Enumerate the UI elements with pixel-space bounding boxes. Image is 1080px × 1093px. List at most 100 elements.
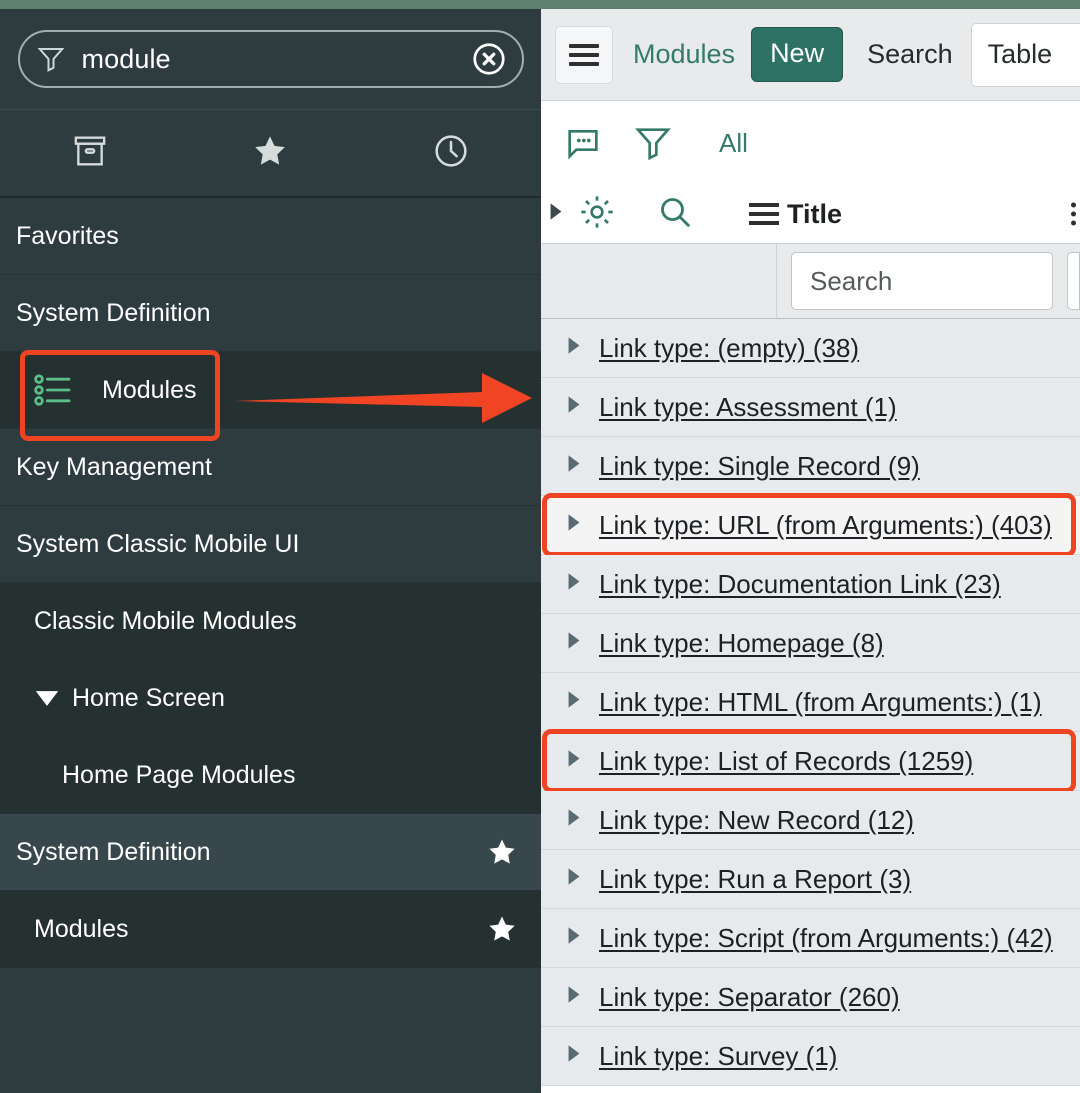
- search-input[interactable]: Search: [791, 252, 1053, 310]
- group-row[interactable]: Link type: Run a Report (3): [541, 850, 1080, 909]
- column-title-label: Title: [787, 199, 842, 230]
- group-row[interactable]: Link type: URL (from Arguments:) (403): [541, 496, 1080, 555]
- group-row-label[interactable]: Link type: Survey (1): [599, 1041, 837, 1072]
- sidebar-item-home-screen[interactable]: Home Screen: [0, 660, 541, 737]
- list-bullet-icon: [34, 373, 74, 407]
- clear-circle-icon[interactable]: [470, 40, 508, 78]
- sidebar-item-label: Classic Mobile Modules: [34, 607, 297, 636]
- expand-triangle-icon[interactable]: [567, 513, 581, 537]
- magnifier-icon[interactable]: [655, 192, 695, 237]
- filter-all-label[interactable]: All: [719, 128, 748, 159]
- funnel-icon[interactable]: [633, 123, 673, 163]
- star-icon[interactable]: [485, 912, 519, 946]
- expand-triangle-icon[interactable]: [567, 690, 581, 714]
- expand-triangle-icon[interactable]: [567, 867, 581, 891]
- group-row-label[interactable]: Link type: Separator (260): [599, 982, 900, 1013]
- group-row-label[interactable]: Link type: List of Records (1259): [599, 746, 973, 777]
- hamburger-icon: [749, 198, 779, 230]
- column-header-bar: Title: [541, 185, 1080, 243]
- expand-triangle-icon[interactable]: [567, 336, 581, 360]
- search-scope-select[interactable]: Table: [971, 23, 1080, 87]
- chevron-down-icon: [34, 689, 60, 708]
- sidebar-item-label: System Definition: [16, 838, 211, 867]
- hamburger-icon[interactable]: [555, 26, 613, 84]
- expand-triangle-icon[interactable]: [567, 572, 581, 596]
- group-row[interactable]: Link type: Script (from Arguments:) (42): [541, 909, 1080, 968]
- sidebar-item-system-definition[interactable]: System Definition: [0, 275, 541, 352]
- sidebar-tab-history[interactable]: [361, 131, 541, 176]
- group-row-label[interactable]: Link type: Run a Report (3): [599, 864, 911, 895]
- list-filter-bar: All: [541, 101, 1080, 185]
- navigator-filter-box[interactable]: module: [18, 30, 524, 88]
- sidebar-item-system-definition[interactable]: System Definition: [0, 814, 541, 891]
- play-triangle-icon[interactable]: [549, 202, 563, 226]
- expand-triangle-icon[interactable]: [567, 808, 581, 832]
- navigator-item-list: Favorites System Definition Modules Key Man…: [0, 198, 541, 968]
- search-label: Search: [867, 39, 953, 70]
- group-row-label[interactable]: Link type: New Record (12): [599, 805, 914, 836]
- expand-triangle-icon[interactable]: [567, 1044, 581, 1068]
- archive-box-icon: [70, 131, 110, 176]
- gear-icon[interactable]: [577, 192, 617, 237]
- column-title[interactable]: Title: [749, 198, 842, 230]
- expand-triangle-icon[interactable]: [567, 985, 581, 1009]
- star-icon[interactable]: [485, 835, 519, 869]
- page-title: Modules: [633, 39, 735, 70]
- main-toolbar: Modules New Search Table: [541, 9, 1080, 101]
- sidebar-item-label: System Classic Mobile UI: [16, 530, 299, 559]
- expand-triangle-icon[interactable]: [567, 395, 581, 419]
- search-input-secondary[interactable]: [1067, 252, 1080, 310]
- expand-triangle-icon[interactable]: [567, 454, 581, 478]
- sidebar-empty-area: [0, 968, 541, 1093]
- group-row[interactable]: Link type: Survey (1): [541, 1027, 1080, 1086]
- navigator-filter-input[interactable]: module: [66, 44, 470, 75]
- sidebar-item-label: System Definition: [16, 299, 211, 328]
- group-row[interactable]: Link type: Assessment (1): [541, 378, 1080, 437]
- sidebar-item-modules[interactable]: Modules: [0, 891, 541, 968]
- comment-bubble-icon[interactable]: [563, 123, 603, 163]
- sidebar-item-label: Key Management: [16, 453, 212, 482]
- group-row[interactable]: Link type: New Record (12): [541, 791, 1080, 850]
- group-row-label[interactable]: Link type: URL (from Arguments:) (403): [599, 510, 1052, 541]
- group-row-label[interactable]: Link type: Assessment (1): [599, 392, 897, 423]
- group-row-label[interactable]: Link type: HTML (from Arguments:) (1): [599, 687, 1042, 718]
- group-row-label[interactable]: Link type: Homepage (8): [599, 628, 884, 659]
- funnel-icon: [36, 44, 66, 74]
- navigator-tabs: [0, 110, 541, 198]
- main-panel: Modules New Search Table All: [541, 9, 1080, 1093]
- sidebar-item-label: Modules: [102, 376, 197, 405]
- group-row-list: Link type: (empty) (38) Link type: Assess…: [541, 319, 1080, 1086]
- group-row[interactable]: Link type: Homepage (8): [541, 614, 1080, 673]
- sidebar-item-label: Home Page Modules: [62, 761, 295, 790]
- sidebar-item-favorites[interactable]: Favorites: [0, 198, 541, 275]
- search-row-spacer: [541, 244, 777, 318]
- group-row[interactable]: Link type: Single Record (9): [541, 437, 1080, 496]
- sidebar-item-label: Home Screen: [72, 684, 225, 713]
- group-row-label[interactable]: Link type: Documentation Link (23): [599, 569, 1001, 600]
- group-row[interactable]: Link type: HTML (from Arguments:) (1): [541, 673, 1080, 732]
- navigator-sidebar: module: [0, 9, 541, 1093]
- group-row-label[interactable]: Link type: Script (from Arguments:) (42): [599, 923, 1053, 954]
- group-row-label[interactable]: Link type: (empty) (38): [599, 333, 859, 364]
- expand-triangle-icon[interactable]: [567, 926, 581, 950]
- group-row[interactable]: Link type: List of Records (1259): [541, 732, 1080, 791]
- top-accent-strip: [0, 0, 1080, 9]
- kebab-menu-icon[interactable]: [1071, 199, 1076, 230]
- list-search-row: Search: [541, 243, 1080, 319]
- group-row[interactable]: Link type: Documentation Link (23): [541, 555, 1080, 614]
- new-button[interactable]: New: [751, 27, 843, 82]
- sidebar-tab-favorites[interactable]: [180, 131, 360, 176]
- expand-triangle-icon[interactable]: [567, 631, 581, 655]
- group-row[interactable]: Link type: Separator (260): [541, 968, 1080, 1027]
- expand-triangle-icon[interactable]: [567, 749, 581, 773]
- navigator-filter-row: module: [0, 9, 541, 110]
- sidebar-tab-all-applications[interactable]: [0, 131, 180, 176]
- sidebar-item-system-classic-mobile-ui[interactable]: System Classic Mobile UI: [0, 506, 541, 583]
- group-row-label[interactable]: Link type: Single Record (9): [599, 451, 920, 482]
- sidebar-item-classic-mobile-modules[interactable]: Classic Mobile Modules: [0, 583, 541, 660]
- group-row[interactable]: Link type: (empty) (38): [541, 319, 1080, 378]
- sidebar-item-key-management[interactable]: Key Management: [0, 429, 541, 506]
- sidebar-item-home-page-modules[interactable]: Home Page Modules: [0, 737, 541, 814]
- sidebar-item-modules[interactable]: Modules: [0, 352, 541, 429]
- clock-icon: [431, 131, 471, 176]
